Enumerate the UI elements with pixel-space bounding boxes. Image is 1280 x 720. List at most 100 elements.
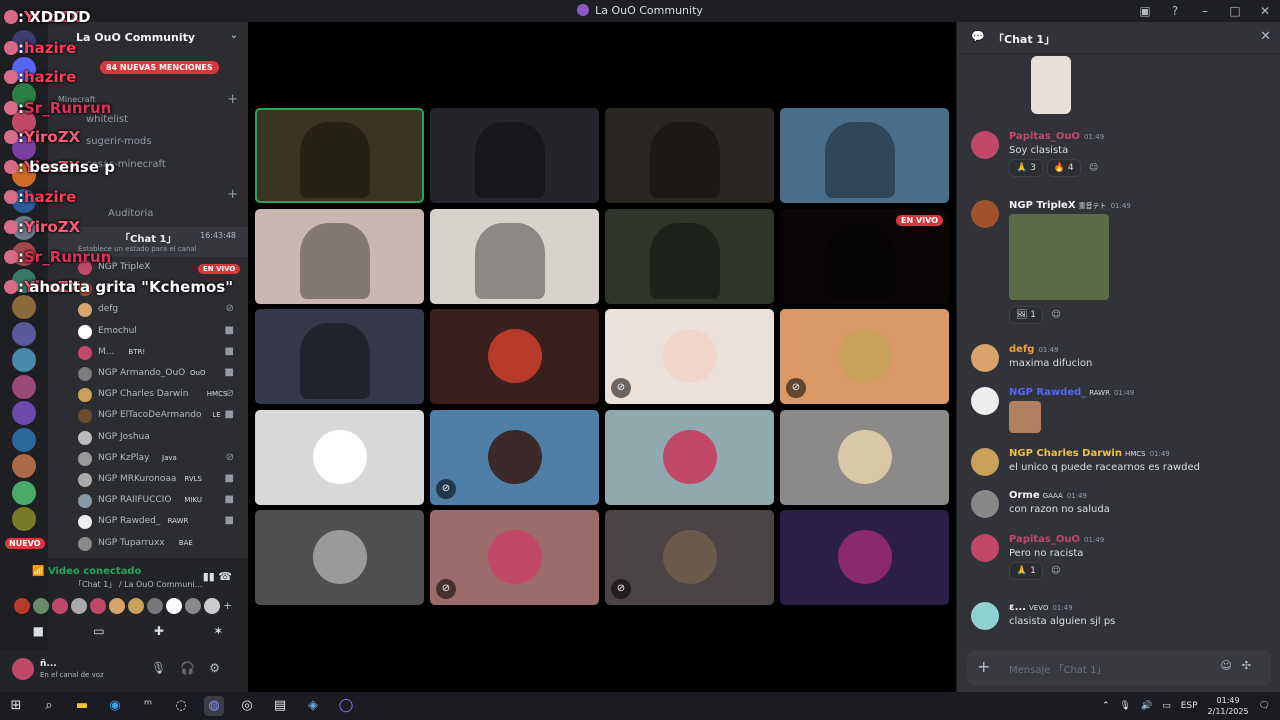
video-tile[interactable]: [430, 208, 599, 304]
message-author[interactable]: Orme: [1009, 490, 1040, 501]
voice-member[interactable]: NGP RAIIFUCCIO MIKU ■: [78, 491, 244, 511]
voice-member[interactable]: NGP Armando_OuO OuO ■: [78, 364, 244, 384]
avatar-tile[interactable]: ⊘: [605, 309, 774, 404]
notifications-icon[interactable]: 🗨: [1259, 701, 1270, 711]
avatar[interactable]: [52, 598, 68, 614]
message-author[interactable]: ε...: [1009, 602, 1026, 613]
apps-icon[interactable]: ✣: [1242, 659, 1261, 672]
avatar[interactable]: [971, 200, 999, 228]
server-icon[interactable]: [12, 401, 36, 425]
inbox-icon[interactable]: ▣: [1130, 4, 1160, 18]
avatar-tile[interactable]: [255, 510, 424, 605]
avatar-tile[interactable]: [430, 309, 599, 404]
server-icon[interactable]: [12, 321, 36, 346]
avatar[interactable]: [971, 448, 999, 476]
close-window-button[interactable]: ✕: [1250, 4, 1280, 18]
reaction-chip[interactable]: 🔥 4: [1046, 159, 1081, 177]
video-tile[interactable]: [605, 208, 774, 304]
message-author[interactable]: NGP Rawded_: [1009, 387, 1086, 398]
add-reaction-icon[interactable]: ☺: [1085, 159, 1103, 177]
disconnect-icon[interactable]: ☎: [218, 570, 232, 583]
voice-channel-path[interactable]: 「Chat 1」 / La OuO Communi...: [74, 579, 202, 590]
avatar[interactable]: [14, 598, 30, 614]
server-icon[interactable]: [12, 454, 36, 478]
avatar-tile[interactable]: ⊘: [430, 510, 599, 605]
app-icon-2[interactable]: ◌: [171, 696, 191, 716]
edge-icon[interactable]: ◉: [105, 696, 125, 716]
avatar[interactable]: [971, 602, 999, 630]
voice-member[interactable]: M... BTR! ■: [78, 343, 244, 363]
message-composer[interactable]: + Mensaje 「Chat 1」 ☺✣: [967, 650, 1271, 686]
server-icon[interactable]: [12, 348, 36, 372]
avatar[interactable]: [185, 598, 201, 614]
voice-member[interactable]: Emochul ■: [78, 322, 244, 342]
add-reaction-icon[interactable]: ☺: [1047, 306, 1065, 324]
help-icon[interactable]: ?: [1160, 4, 1190, 18]
maximize-button[interactable]: □: [1220, 4, 1250, 18]
app-icon-1[interactable]: ᵐ: [138, 696, 158, 716]
camera-button[interactable]: ■: [33, 624, 44, 638]
network-icon[interactable]: ▭: [1162, 701, 1171, 711]
invite-plus-icon[interactable]: +: [223, 598, 239, 614]
avatar[interactable]: [971, 131, 999, 159]
avatar[interactable]: [12, 658, 34, 680]
message-author[interactable]: Papitas_OuO: [1009, 131, 1080, 142]
headphones-icon[interactable]: 🎧: [180, 661, 209, 675]
minimize-button[interactable]: –: [1190, 4, 1220, 18]
avatar[interactable]: [971, 387, 999, 415]
voice-member[interactable]: NGP MRKuronoaa RVLS ■: [78, 470, 244, 490]
avatar[interactable]: [33, 598, 49, 614]
message-author[interactable]: defg: [1009, 344, 1034, 355]
server-icon[interactable]: [12, 295, 36, 319]
voice-member[interactable]: NGP ElTacoDeArmando LE ■: [78, 406, 244, 426]
mic-tray-icon[interactable]: 🎙: [1120, 701, 1131, 711]
reaction-chip[interactable]: 🙏 1: [1009, 562, 1043, 580]
gear-icon[interactable]: ⚙: [209, 661, 234, 675]
reaction-chip[interactable]: 🙏 3: [1009, 159, 1043, 177]
server-icon[interactable]: [12, 427, 36, 452]
activities-button[interactable]: ✚: [154, 624, 164, 638]
voice-member[interactable]: NGP Joshua: [78, 428, 244, 448]
avatar-tile[interactable]: [605, 409, 774, 505]
video-tile[interactable]: EN VIVO: [780, 208, 949, 304]
server-icon[interactable]: [12, 507, 36, 531]
reaction-chip[interactable]: 🖼 1: [1009, 306, 1044, 324]
avatar-tile[interactable]: ⊘: [780, 309, 949, 404]
message-author[interactable]: Papitas_OuO: [1009, 534, 1080, 545]
avatar-tile[interactable]: [780, 409, 949, 505]
server-icon[interactable]: [12, 374, 36, 399]
avatar[interactable]: [971, 344, 999, 372]
emoji-icon[interactable]: ☺: [1220, 659, 1241, 672]
message-input[interactable]: Mensaje 「Chat 1」: [1009, 661, 1106, 676]
avatar[interactable]: [128, 598, 144, 614]
voice-member[interactable]: defg ⊘: [78, 300, 244, 320]
message-author[interactable]: NGP TripleX: [1009, 200, 1076, 211]
avatar[interactable]: [147, 598, 163, 614]
avatar-tile[interactable]: ⊘: [605, 510, 774, 605]
video-tile[interactable]: [255, 108, 424, 203]
sticker-attachment[interactable]: [1009, 401, 1041, 433]
attach-plus-icon[interactable]: +: [977, 657, 990, 676]
voice-member[interactable]: NGP Rawded_ RAWR ■: [78, 512, 244, 532]
discord-icon[interactable]: ◍: [204, 696, 224, 716]
screen-share-button[interactable]: ▭: [93, 624, 104, 638]
windows-start-icon[interactable]: ⊞: [6, 696, 26, 716]
volume-icon[interactable]: 🔊: [1141, 701, 1152, 711]
chevron-up-icon[interactable]: ⌃: [1102, 701, 1110, 711]
avatar-tile[interactable]: [780, 510, 949, 605]
soundboard-icon[interactable]: ▮▮: [203, 570, 215, 583]
voice-member[interactable]: NGP Tuparruxx BAE: [78, 534, 244, 554]
avatar[interactable]: [109, 598, 125, 614]
avatar[interactable]: [971, 534, 999, 562]
avatar-tile[interactable]: [255, 409, 424, 505]
avatar[interactable]: [204, 598, 220, 614]
video-tile[interactable]: [255, 309, 424, 404]
video-tile[interactable]: [430, 108, 599, 203]
steam-icon[interactable]: ◈: [303, 696, 323, 716]
image-attachment[interactable]: [1009, 214, 1109, 300]
app-icon-3[interactable]: ▤: [270, 696, 290, 716]
user-name[interactable]: ñ...: [40, 659, 57, 669]
avatar[interactable]: [971, 490, 999, 518]
avatar[interactable]: [166, 598, 182, 614]
close-icon[interactable]: ✕: [1260, 29, 1271, 44]
